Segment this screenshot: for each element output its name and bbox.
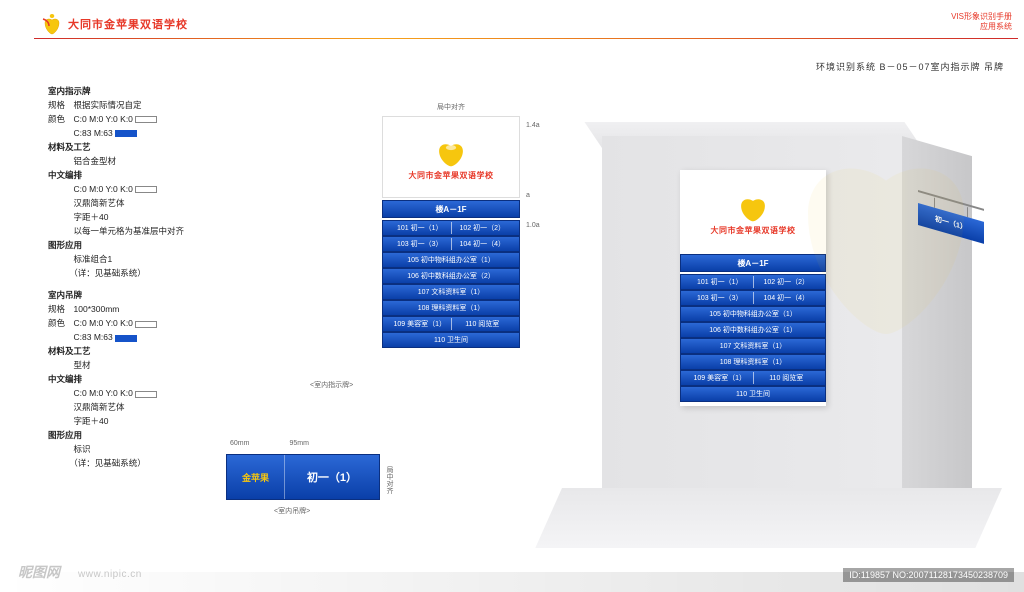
sign-row-split: 103 初一（3）104 初一（4） [382, 236, 520, 252]
plaque-annot-below: <室内吊牌> [274, 506, 310, 516]
sign-row: 107 文科资料室（1） [680, 338, 826, 354]
spec1-font-name: 汉鼎简新艺体 [48, 196, 278, 210]
spec1-mat-value: 铝合金型材 [48, 154, 278, 168]
spec1-app-value: 标准组合1 [48, 252, 278, 266]
swatch-blue-2 [115, 335, 137, 342]
footer-url: www.nipic.cn [78, 569, 142, 580]
spec2-font-name: 汉鼎简新艺体 [48, 400, 278, 414]
header-school-name: 大同市金苹果双语学校 [68, 16, 188, 32]
header-logo-block: 大同市金苹果双语学校 [40, 12, 188, 36]
indoor-sign: 大同市金苹果双语学校 楼A－1F 101 初一（1）102 初一（2）103 初… [382, 116, 520, 348]
sign-row-split: 109 美容室（1）110 阅览室 [680, 370, 826, 386]
spec2-title: 室内吊牌 [48, 288, 278, 302]
render-floor [535, 488, 1002, 548]
spec2-font-cmyk: C:0 M:0 Y:0 K:0 [48, 386, 278, 400]
wall-sign-school-name: 大同市金苹果双语学校 [711, 225, 796, 236]
sign-row: 106 初中数科组办公室（1） [680, 322, 826, 338]
sign-school-name: 大同市金苹果双语学校 [409, 170, 494, 181]
manual-line-1: VIS形象识别手册 [951, 12, 1012, 22]
spec1-align: 以每一单元格为基准层中对齐 [48, 224, 278, 238]
sign-row: 108 理科资料室（1） [680, 354, 826, 370]
sign-row: 105 初中物科组办公室（1） [382, 252, 520, 268]
sign-annot-right: 1.4a a 1.0a [526, 116, 540, 236]
sign-row: 108 理科资料室（1） [382, 300, 520, 316]
sign-header: 大同市金苹果双语学校 [382, 116, 520, 198]
manual-line-2: 应用系统 [951, 22, 1012, 32]
apple-logo-icon [40, 12, 64, 36]
sign-row: 106 初中数科组办公室（2） [382, 268, 520, 284]
sign-row: 107 文科资料室（1） [382, 284, 520, 300]
room-render: 大同市金苹果双语学校 楼A－1F 101 初一（1）102 初一（2）103 初… [562, 118, 1002, 548]
wall-sign-floor-title: 楼A－1F [680, 254, 826, 272]
spec-column: 室内指示牌 规格 根据实际情况自定 颜色 C:0 M:0 Y:0 K:0 C:8… [48, 84, 278, 470]
footer-id: ID:119857 NO:20071128173450238709 [843, 568, 1014, 582]
spec1-font-spacing: 字距＋40 [48, 210, 278, 224]
plaque-dim-left: 60mm [230, 440, 249, 447]
plaque-apple-text: 金苹果 [242, 471, 269, 484]
sign-logo-icon [428, 134, 474, 168]
spec1-font-cmyk: C:0 M:0 Y:0 K:0 [48, 182, 278, 196]
plaque-dim-right: 95mm [289, 440, 308, 447]
sign-row: 110 卫生间 [382, 332, 520, 348]
spec2-font-spacing: 字距＋40 [48, 414, 278, 428]
sign-annot-left: <室内指示牌> [310, 380, 353, 390]
spec2-mat-label: 材料及工艺 [48, 344, 278, 358]
spec2-mat-value: 型材 [48, 358, 278, 372]
sign-floor-title: 楼A－1F [382, 200, 520, 218]
spec1-size: 规格 根据实际情况自定 [48, 98, 278, 112]
spec1-color2: C:83 M:63 [48, 126, 278, 140]
section-title: 环境识别系统 B－05－07室内指示牌 吊牌 [816, 60, 1004, 73]
spec1-app-label: 图形应用 [48, 238, 278, 252]
wall-sign-header: 大同市金苹果双语学校 [680, 170, 826, 254]
spec1-title: 室内指示牌 [48, 84, 278, 98]
footer-brand: 昵图网 [18, 562, 60, 582]
sign-annot-top: 局中对齐 [382, 102, 520, 112]
wall-mounted-sign: 大同市金苹果双语学校 楼A－1F 101 初一（1）102 初一（2）103 初… [680, 170, 826, 406]
spec1-color: 颜色 C:0 M:0 Y:0 K:0 [48, 112, 278, 126]
sign-row-split: 109 美容室（1）110 阅览室 [382, 316, 520, 332]
spec2-font-label: 中文编排 [48, 372, 278, 386]
spec2-color: 颜色 C:0 M:0 Y:0 K:0 [48, 316, 278, 330]
sign-row-split: 103 初一（3）104 初一（4） [680, 290, 826, 306]
indoor-hanging-plaque: 金苹果 初一（1） [226, 454, 380, 500]
swatch-blue [115, 130, 137, 137]
plaque-dims: 60mm 95mm [230, 440, 309, 447]
spec1-mat-label: 材料及工艺 [48, 140, 278, 154]
spec2-size: 规格 100*300mm [48, 302, 278, 316]
spec1-font-label: 中文编排 [48, 168, 278, 182]
sign-row-split: 101 初一（1）102 初一（2） [680, 274, 826, 290]
plaque-text-cell: 初一（1） [285, 455, 379, 499]
spec2-color2: C:83 M:63 [48, 330, 278, 344]
plaque-logo-cell: 金苹果 [227, 455, 285, 499]
sign-row: 110 卫生间 [680, 386, 826, 402]
plaque-annot-right: 局中对齐 [384, 466, 394, 494]
header-rule [34, 38, 1018, 39]
sign-rows: 楼A－1F 101 初一（1）102 初一（2）103 初一（3）104 初一（… [382, 200, 520, 348]
spec1-app-ref: （详：见基础系统） [48, 266, 278, 280]
wall-sign-rows: 楼A－1F 101 初一（1）102 初一（2）103 初一（3）104 初一（… [680, 254, 826, 406]
render-wall-right [902, 136, 972, 516]
sign-row-split: 101 初一（1）102 初一（2） [382, 220, 520, 236]
wall-sign-logo-icon [730, 189, 776, 223]
manual-title-block: VIS形象识别手册 应用系统 [951, 12, 1012, 33]
sign-row: 105 初中物科组办公室（1） [680, 306, 826, 322]
